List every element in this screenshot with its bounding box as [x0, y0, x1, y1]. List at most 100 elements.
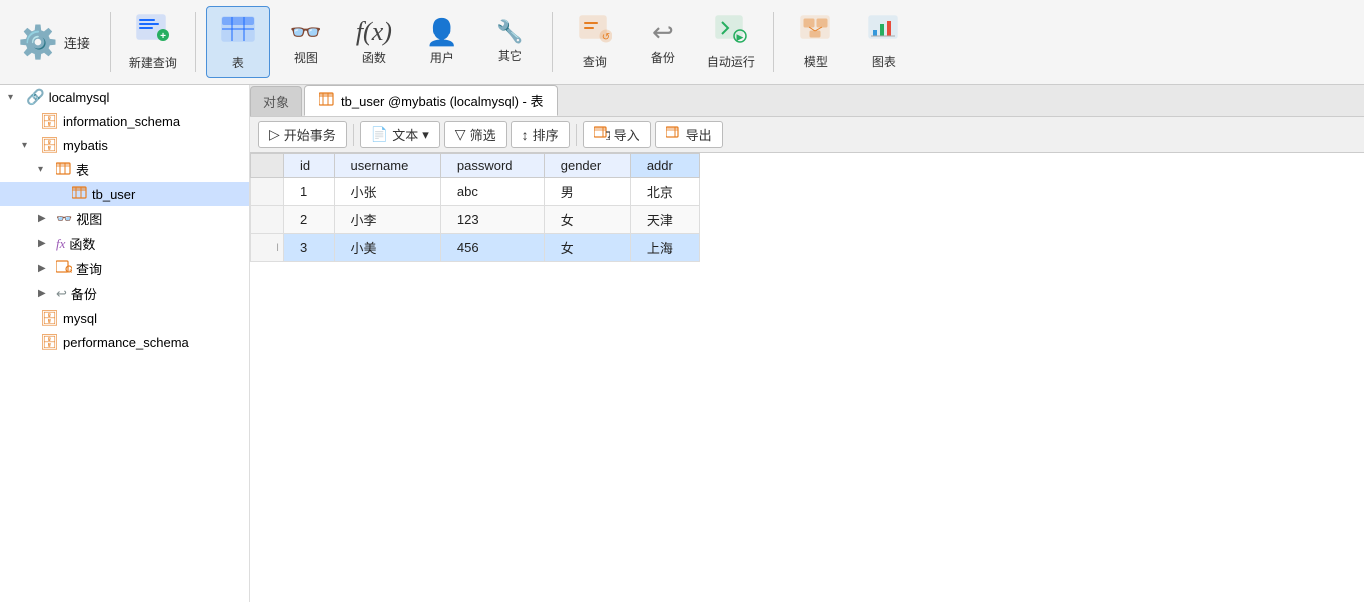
cell-addr[interactable]: 天津	[630, 206, 699, 234]
auto-run-button[interactable]: ▶ 自动运行	[699, 6, 763, 78]
tab-bar: 对象 tb_user @mybatis (localmysql) - 表	[250, 85, 1364, 117]
divider-3	[552, 12, 553, 72]
connect-button[interactable]: ⚙️ 连接	[8, 6, 100, 78]
chart-button[interactable]: 图表	[852, 6, 916, 78]
backup-button[interactable]: ↩ 备份	[631, 6, 695, 78]
sidebar-item-table-folder[interactable]: ▾ 表	[0, 157, 249, 182]
backup-folder-icon: ↩	[56, 286, 67, 302]
mysql-icon: 🗄	[40, 309, 59, 327]
table-area: id username password gender addr 1小张abc男…	[250, 153, 1364, 602]
view-button[interactable]: 👓 视图	[274, 6, 338, 78]
table-icon	[220, 13, 256, 50]
info-schema-icon: 🗄	[40, 112, 59, 130]
info-schema-label: information_schema	[63, 114, 241, 129]
action-divider-2	[576, 124, 577, 146]
query-label: 查询	[583, 53, 607, 70]
cell-id[interactable]: 3	[284, 234, 335, 262]
sidebar-item-view-folder[interactable]: ▶ 👓 视图	[0, 206, 249, 231]
toggle-backup: ▶	[38, 288, 52, 299]
sidebar-item-query-folder[interactable]: ▶ ↺ 查询	[0, 256, 249, 281]
sidebar-item-func-folder[interactable]: ▶ fx 函数	[0, 231, 249, 256]
func-folder-icon: fx	[56, 236, 65, 252]
toggle-view: ▶	[38, 213, 52, 224]
tb-user-label: tb_user	[92, 187, 241, 202]
cell-password[interactable]: 456	[440, 234, 544, 262]
sidebar-item-mybatis[interactable]: ▾ 🗄 mybatis	[0, 133, 249, 157]
cell-username[interactable]: 小李	[334, 206, 440, 234]
import-button[interactable]: 导入	[583, 121, 651, 148]
sort-button[interactable]: ↕ 排序	[511, 121, 570, 148]
tab-object-label: 对象	[263, 95, 289, 110]
filter-button[interactable]: ▽ 筛选	[444, 121, 507, 148]
sidebar-item-backup-folder[interactable]: ▶ ↩ 备份	[0, 281, 249, 306]
tb-user-icon	[72, 185, 88, 203]
col-rownum	[251, 154, 284, 178]
text-button[interactable]: 📄 文本 ▾	[360, 121, 440, 148]
cell-gender[interactable]: 男	[544, 178, 630, 206]
row-number	[251, 178, 284, 206]
query-button[interactable]: ↺ 查询	[563, 6, 627, 78]
table-button[interactable]: 表	[206, 6, 270, 78]
filter-label: 筛选	[470, 125, 496, 144]
divider-1	[110, 12, 111, 72]
svg-text:▶: ▶	[736, 32, 743, 42]
start-transaction-button[interactable]: ▷ 开始事务	[258, 121, 347, 148]
chart-label: 图表	[872, 53, 896, 70]
tab-object[interactable]: 对象	[250, 86, 302, 116]
col-username[interactable]: username	[334, 154, 440, 178]
new-query-label: 新建查询	[129, 54, 177, 71]
localmysql-icon: 🔗	[26, 88, 45, 106]
sidebar-item-tb-user[interactable]: tb_user	[0, 182, 249, 206]
other-button[interactable]: 🔧 其它	[478, 6, 542, 78]
new-query-button[interactable]: + 新建查询	[121, 6, 185, 78]
sidebar-item-information-schema[interactable]: 🗄 information_schema	[0, 109, 249, 133]
data-table: id username password gender addr 1小张abc男…	[250, 153, 700, 262]
query-folder-icon: ↺	[56, 260, 72, 278]
model-icon	[799, 14, 833, 49]
action-bar: ▷ 开始事务 📄 文本 ▾ ▽ 筛选 ↕ 排序	[250, 117, 1364, 153]
col-password[interactable]: password	[440, 154, 544, 178]
table-row[interactable]: 1小张abc男北京	[251, 178, 700, 206]
tab-table[interactable]: tb_user @mybatis (localmysql) - 表	[304, 85, 558, 116]
cell-gender[interactable]: 女	[544, 234, 630, 262]
model-button[interactable]: 模型	[784, 6, 848, 78]
cell-id[interactable]: 1	[284, 178, 335, 206]
cell-username[interactable]: 小美	[334, 234, 440, 262]
sidebar: ▾ 🔗 localmysql 🗄 information_schema ▾ 🗄 …	[0, 85, 250, 602]
cell-addr[interactable]: 上海	[630, 234, 699, 262]
cell-gender[interactable]: 女	[544, 206, 630, 234]
sidebar-item-performance-schema[interactable]: 🗄 performance_schema	[0, 330, 249, 354]
mysql-label: mysql	[63, 311, 241, 326]
action-divider-1	[353, 124, 354, 146]
table-folder-icon	[56, 161, 72, 179]
cell-password[interactable]: 123	[440, 206, 544, 234]
divider-2	[195, 12, 196, 72]
col-gender[interactable]: gender	[544, 154, 630, 178]
import-label: 导入	[614, 125, 640, 144]
export-label: 导出	[686, 125, 712, 144]
table-row[interactable]: 2小李123女天津	[251, 206, 700, 234]
cell-username[interactable]: 小张	[334, 178, 440, 206]
chart-icon	[867, 14, 901, 49]
text-icon: 📄	[371, 126, 388, 143]
function-icon: f(x)	[356, 19, 392, 45]
connect-label: 连接	[64, 33, 90, 52]
table-row[interactable]: I3小美456女上海	[251, 234, 700, 262]
cell-addr[interactable]: 北京	[630, 178, 699, 206]
view-icon: 👓	[290, 19, 322, 45]
export-button[interactable]: 导出	[655, 121, 723, 148]
cell-password[interactable]: abc	[440, 178, 544, 206]
localmysql-label: localmysql	[49, 90, 241, 105]
col-id[interactable]: id	[284, 154, 335, 178]
divider-4	[773, 12, 774, 72]
backup-folder-label: 备份	[71, 284, 241, 303]
user-button[interactable]: 👤 用户	[410, 6, 474, 78]
row-number	[251, 206, 284, 234]
sidebar-item-mysql[interactable]: 🗄 mysql	[0, 306, 249, 330]
cell-id[interactable]: 2	[284, 206, 335, 234]
content-area: 对象 tb_user @mybatis (localmysql) - 表 ▷ 开	[250, 85, 1364, 602]
function-button[interactable]: f(x) 函数	[342, 6, 406, 78]
connect-icon: ⚙️	[18, 23, 58, 61]
sidebar-item-localmysql[interactable]: ▾ 🔗 localmysql	[0, 85, 249, 109]
col-addr[interactable]: addr	[630, 154, 699, 178]
